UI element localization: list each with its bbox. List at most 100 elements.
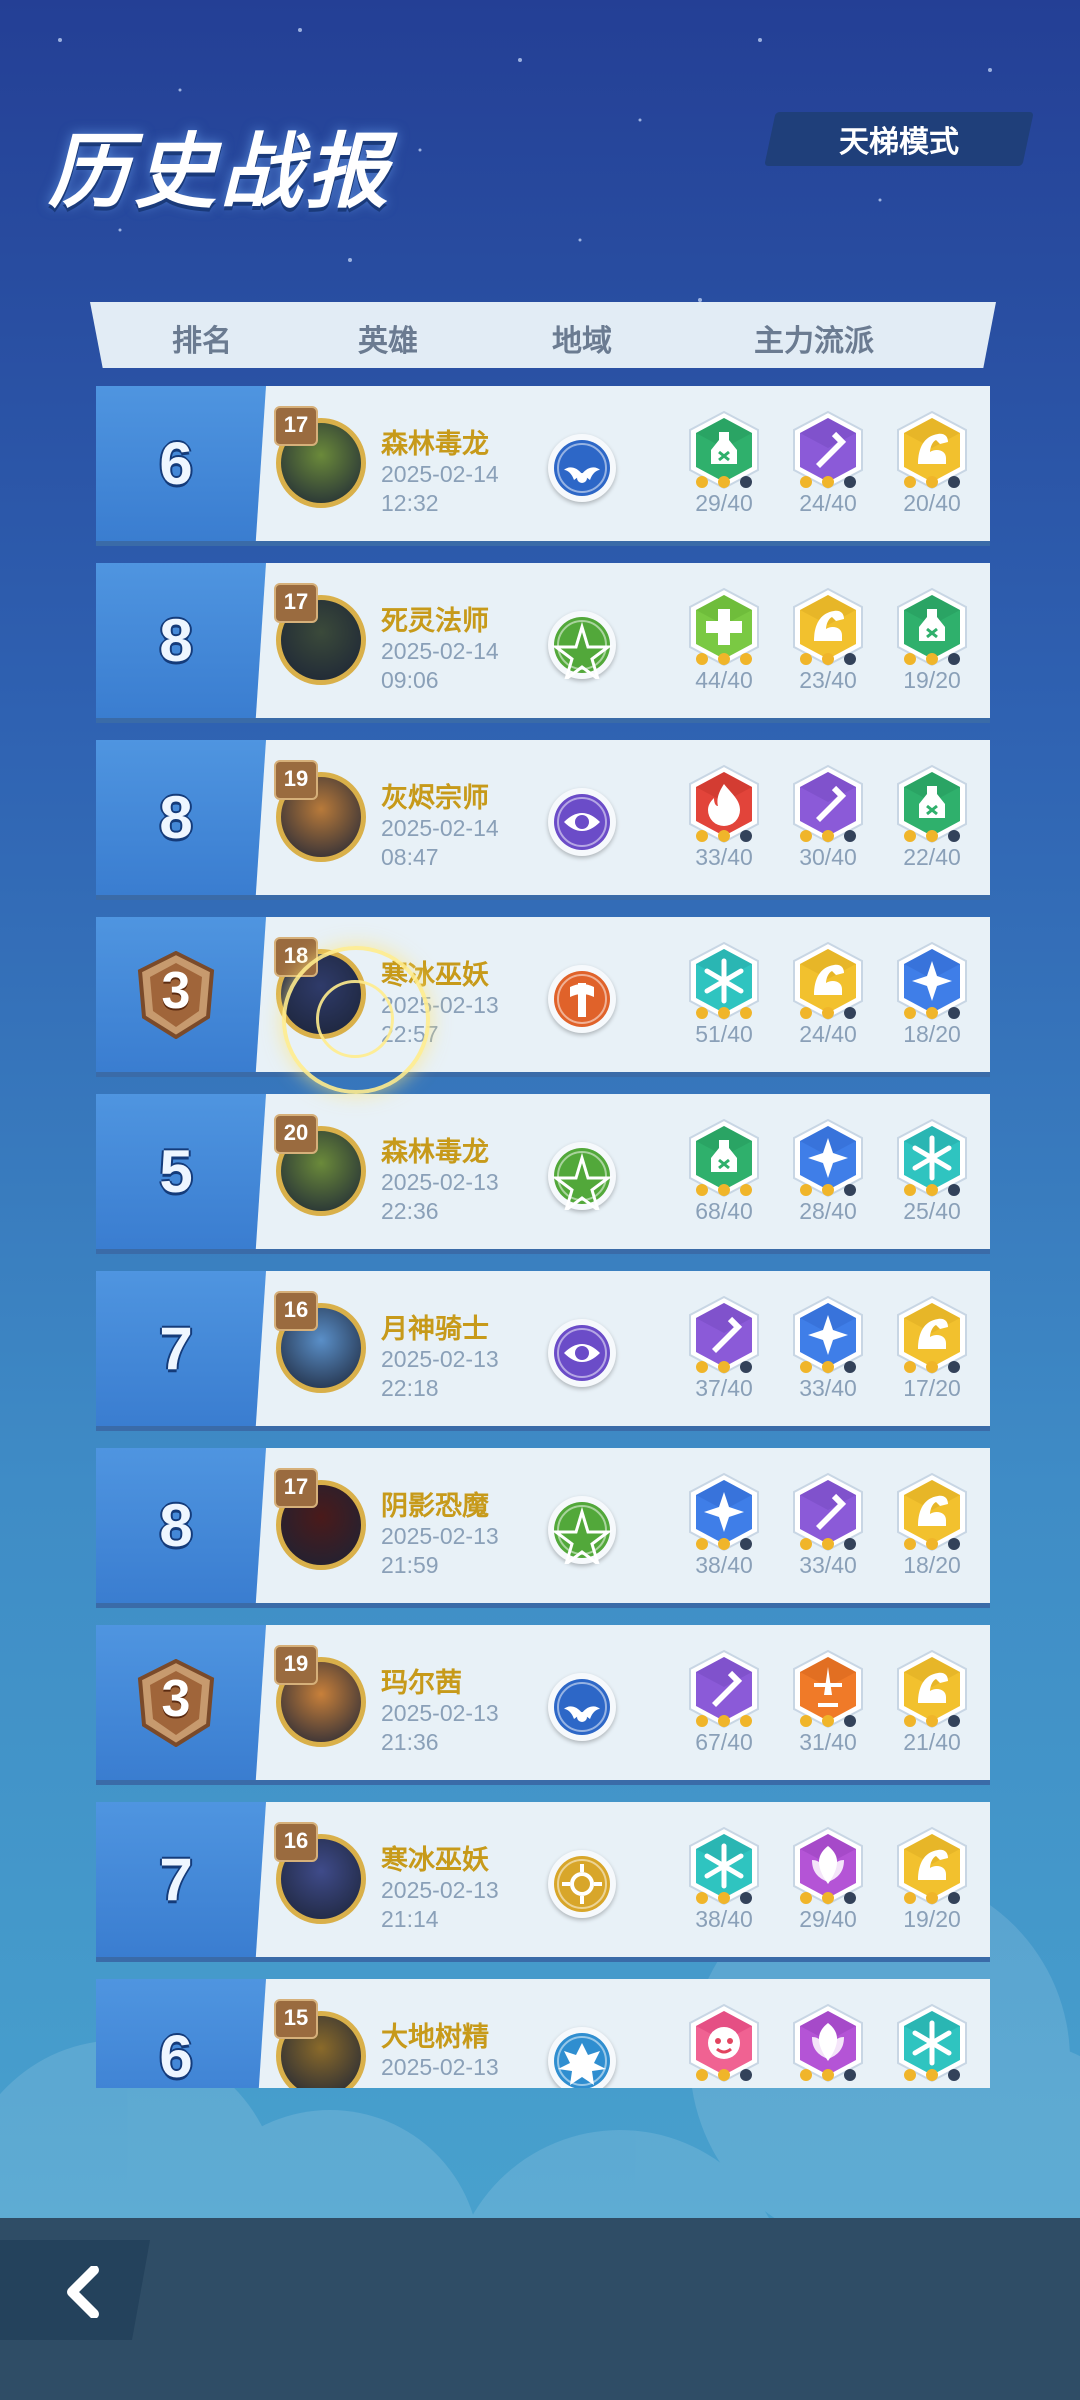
record-row[interactable]: 3 18 寒冰巫妖 2025-02-13 22:57 51/40 24/40 18/… <box>96 917 990 1077</box>
school-count: 25/40 <box>903 1198 961 1224</box>
record-row[interactable]: 6 17 森林毒龙 2025-02-14 12:32 29/40 24/40 20/… <box>96 386 990 546</box>
hero-name: 森林毒龙 <box>381 429 489 459</box>
school-badge[interactable]: 24/40 <box>790 941 866 1051</box>
match-datetime: 2025-02-13 22:36 <box>381 1168 541 1226</box>
match-datetime: 2025-02-13 22:18 <box>381 1345 541 1403</box>
hero-level-badge: 16 <box>274 1291 318 1331</box>
school-badge[interactable]: 33/40 <box>790 1295 866 1405</box>
school-count: 33/40 <box>799 1552 857 1578</box>
match-time: 09:06 <box>381 667 439 693</box>
school-badge[interactable]: 19/20 <box>894 1826 970 1936</box>
tier-dots <box>796 1182 860 1198</box>
record-row[interactable]: 8 19 灰烬宗师 2025-02-14 08:47 33/40 30/40 22/… <box>96 740 990 900</box>
school-badge[interactable]: 29/40 <box>790 1826 866 1936</box>
table-header: 排名 英雄 地域 主力流派 <box>90 302 996 368</box>
school-count: 44/40 <box>695 667 753 693</box>
battle-record-list[interactable]: 6 17 森林毒龙 2025-02-14 12:32 29/40 24/40 20/… <box>96 386 990 2088</box>
school-badge[interactable]: 25/40 <box>894 1118 970 1228</box>
school-badge[interactable] <box>790 2003 866 2088</box>
school-badge[interactable]: 31/40 <box>790 1649 866 1759</box>
school-badge[interactable]: 38/40 <box>686 1472 762 1582</box>
pentagram-icon <box>548 1142 616 1214</box>
match-time: 21:59 <box>381 1552 439 1578</box>
tier-dots <box>900 1005 964 1021</box>
school-count: 28/40 <box>799 1198 857 1224</box>
pentagram-icon <box>548 611 616 683</box>
school-badge[interactable]: 37/40 <box>686 1295 762 1405</box>
tier-dots <box>900 828 964 844</box>
bronze-medal-icon: 3 <box>136 1658 216 1748</box>
school-badge[interactable]: 30/40 <box>790 764 866 874</box>
tier-dots <box>692 828 756 844</box>
school-badge[interactable]: 51/40 <box>686 941 762 1051</box>
hero-name: 寒冰巫妖 <box>381 960 489 990</box>
record-row[interactable]: 6 15 大地树精 2025-02-13 20:59 <box>96 1979 990 2088</box>
school-badge[interactable]: 19/20 <box>894 587 970 697</box>
school-badge[interactable]: 68/40 <box>686 1118 762 1228</box>
match-datetime: 2025-02-13 21:14 <box>381 1876 541 1934</box>
rank-number: 8 <box>159 784 193 851</box>
tier-dots <box>692 474 756 490</box>
match-date: 2025-02-13 <box>381 1169 499 1195</box>
school-count: 21/40 <box>903 1729 961 1755</box>
rank-number: 7 <box>159 1846 193 1913</box>
school-count: 33/40 <box>799 1375 857 1401</box>
school-badge[interactable]: 22/40 <box>894 764 970 874</box>
tier-dots <box>796 1890 860 1906</box>
record-row[interactable]: 5 20 森林毒龙 2025-02-13 22:36 68/40 28/40 25/… <box>96 1094 990 1254</box>
school-count: 19/20 <box>903 667 961 693</box>
record-row[interactable]: 8 17 阴影恐魔 2025-02-13 21:59 38/40 33/40 18/… <box>96 1448 990 1608</box>
school-badge[interactable]: 28/40 <box>790 1118 866 1228</box>
school-badge[interactable]: 17/20 <box>894 1295 970 1405</box>
match-time: 22:18 <box>381 1375 439 1401</box>
school-count: 37/40 <box>695 1375 753 1401</box>
match-time: 08:47 <box>381 844 439 870</box>
school-badge[interactable]: 38/40 <box>686 1826 762 1936</box>
school-badge[interactable]: 29/40 <box>686 410 762 520</box>
tier-dots <box>796 1359 860 1375</box>
school-badge[interactable]: 67/40 <box>686 1649 762 1759</box>
school-count: 38/40 <box>695 1906 753 1932</box>
school-badge[interactable]: 24/40 <box>790 410 866 520</box>
record-row[interactable]: 3 19 玛尔茜 2025-02-13 21:36 67/40 31/40 21/4… <box>96 1625 990 1785</box>
tier-dots <box>692 651 756 667</box>
school-badge[interactable]: 23/40 <box>790 587 866 697</box>
ladder-mode-button[interactable]: 天梯模式 <box>764 112 1034 166</box>
school-badge[interactable] <box>686 2003 762 2088</box>
eye-emblem-icon <box>548 1319 616 1387</box>
header-hero: 英雄 <box>358 325 418 358</box>
hero-level-badge: 17 <box>274 583 318 623</box>
hero-name: 灰烬宗师 <box>381 783 489 813</box>
school-badge[interactable]: 33/40 <box>686 764 762 874</box>
school-badge[interactable]: 18/20 <box>894 1472 970 1582</box>
school-badge[interactable]: 18/20 <box>894 941 970 1051</box>
hero-name: 森林毒龙 <box>381 1137 489 1167</box>
rank-number: 7 <box>159 1315 193 1382</box>
record-row[interactable]: 7 16 月神骑士 2025-02-13 22:18 37/40 33/40 17/… <box>96 1271 990 1431</box>
back-arrow-icon <box>67 2266 99 2318</box>
school-count: 31/40 <box>799 1729 857 1755</box>
tier-dots <box>692 1182 756 1198</box>
bronze-medal-icon: 3 <box>136 950 216 1040</box>
school-count: 18/20 <box>903 1552 961 1578</box>
school-badge[interactable]: 20/40 <box>894 410 970 520</box>
record-row[interactable]: 7 16 寒冰巫妖 2025-02-13 21:14 38/40 29/40 19/… <box>96 1802 990 1962</box>
school-count: 18/20 <box>903 1021 961 1047</box>
axe-emblem-icon <box>548 965 616 1033</box>
match-time: 21:14 <box>381 1906 439 1932</box>
sun-emblem-icon <box>548 1850 616 1918</box>
school-badge[interactable]: 33/40 <box>790 1472 866 1582</box>
eye-emblem-icon <box>548 788 616 856</box>
hero-name: 阴影恐魔 <box>381 1491 489 1521</box>
rank-number: 3 <box>161 1670 191 1728</box>
tier-dots <box>796 828 860 844</box>
school-badge[interactable]: 44/40 <box>686 587 762 697</box>
tier-dots <box>900 1359 964 1375</box>
record-row[interactable]: 8 17 死灵法师 2025-02-14 09:06 44/40 23/40 19/… <box>96 563 990 723</box>
hero-name: 寒冰巫妖 <box>381 1845 489 1875</box>
match-datetime: 2025-02-13 20:59 <box>381 2053 541 2088</box>
back-button[interactable] <box>0 2240 150 2340</box>
school-badge[interactable]: 21/40 <box>894 1649 970 1759</box>
school-badge[interactable] <box>894 2003 970 2088</box>
hero-level-badge: 16 <box>274 1822 318 1862</box>
